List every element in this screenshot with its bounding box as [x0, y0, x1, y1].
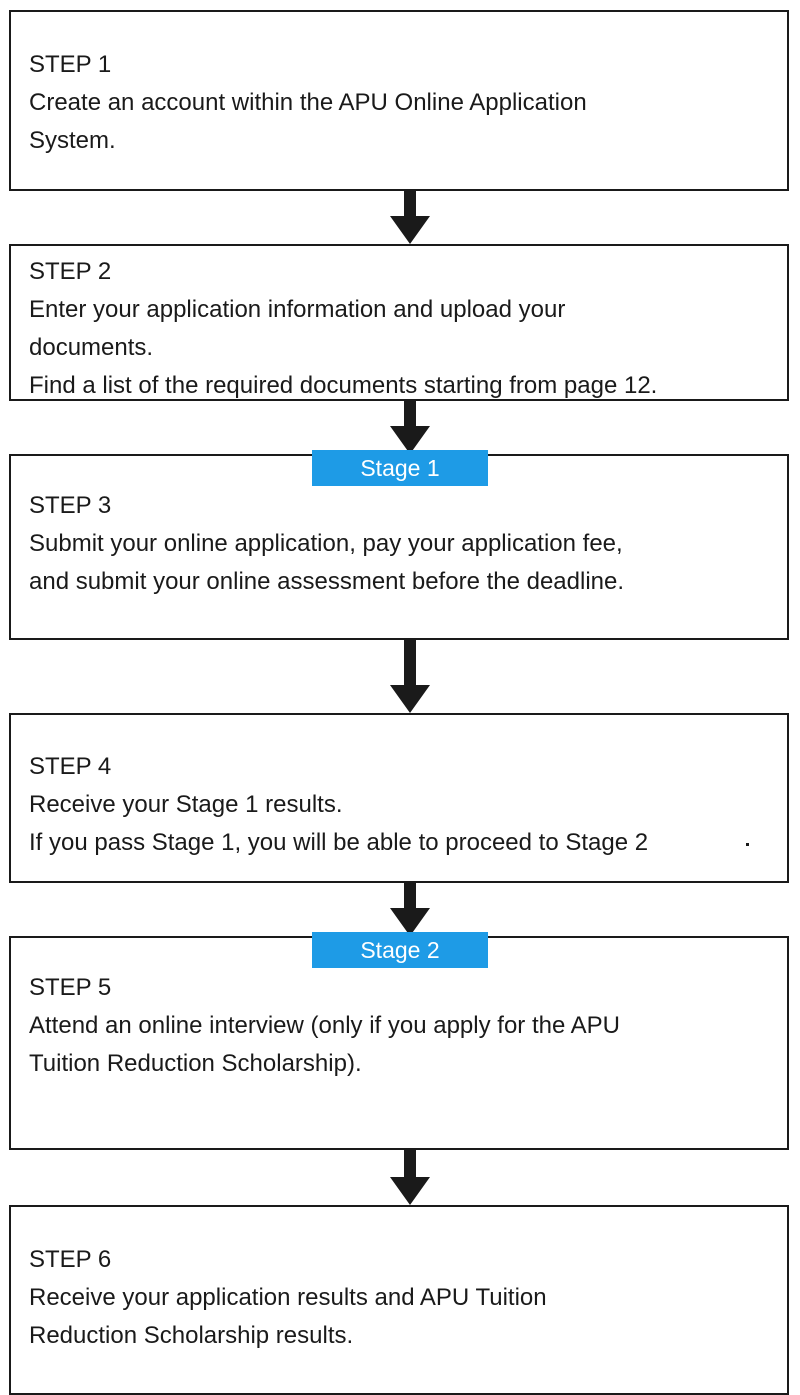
step-5-label: STEP 5 [29, 974, 112, 1001]
stage-1-badge: Stage 1 [312, 450, 488, 486]
down-arrow-icon [390, 191, 430, 244]
step-1-text: STEP 1 Create an account within the APU … [29, 46, 790, 160]
step-6-line-2: Reduction Scholarship results. [29, 1322, 354, 1349]
step-1-label: STEP 1 [29, 51, 112, 78]
step-6-line-1: Receive your application results and APU… [29, 1284, 547, 1311]
step-5-line-1: Attend an online interview (only if you … [29, 1012, 620, 1039]
stage-2-badge: Stage 2 [312, 932, 488, 968]
step-4-line-2: If you pass Stage 1, you will be able to… [29, 829, 649, 856]
step-4-line-1: Receive your Stage 1 results. [29, 791, 343, 818]
step-2-text: STEP 2 Enter your application informatio… [29, 253, 790, 405]
step-3-line-2: and submit your online assessment before… [29, 568, 625, 595]
down-arrow-icon [390, 1150, 430, 1205]
step-2-label: STEP 2 [29, 258, 112, 285]
step-3-line-1: Submit your online application, pay your… [29, 530, 623, 557]
step-6-label: STEP 6 [29, 1246, 112, 1273]
down-arrow-icon [390, 883, 430, 936]
step-1-line-1: Create an account within the APU Online … [29, 89, 587, 116]
down-arrow-icon [390, 401, 430, 454]
step-2-line-1: Enter your application information and u… [29, 296, 566, 323]
step-1-line-2: System. [29, 127, 116, 154]
step-4-text: STEP 4 Receive your Stage 1 results. If … [29, 748, 790, 862]
step-2-line-2: documents. [29, 334, 154, 361]
step-5-line-2: Tuition Reduction Scholarship). [29, 1050, 362, 1077]
step-4-label: STEP 4 [29, 753, 112, 780]
step-3-text: STEP 3 Submit your online application, p… [29, 487, 790, 601]
step-5-text: STEP 5 Attend an online interview (only … [29, 969, 790, 1083]
step-2-line-3: Find a list of the required documents st… [29, 372, 658, 399]
step-3-label: STEP 3 [29, 492, 112, 519]
period-mark [746, 843, 749, 846]
down-arrow-icon [390, 640, 430, 713]
step-6-text: STEP 6 Receive your application results … [29, 1241, 790, 1355]
